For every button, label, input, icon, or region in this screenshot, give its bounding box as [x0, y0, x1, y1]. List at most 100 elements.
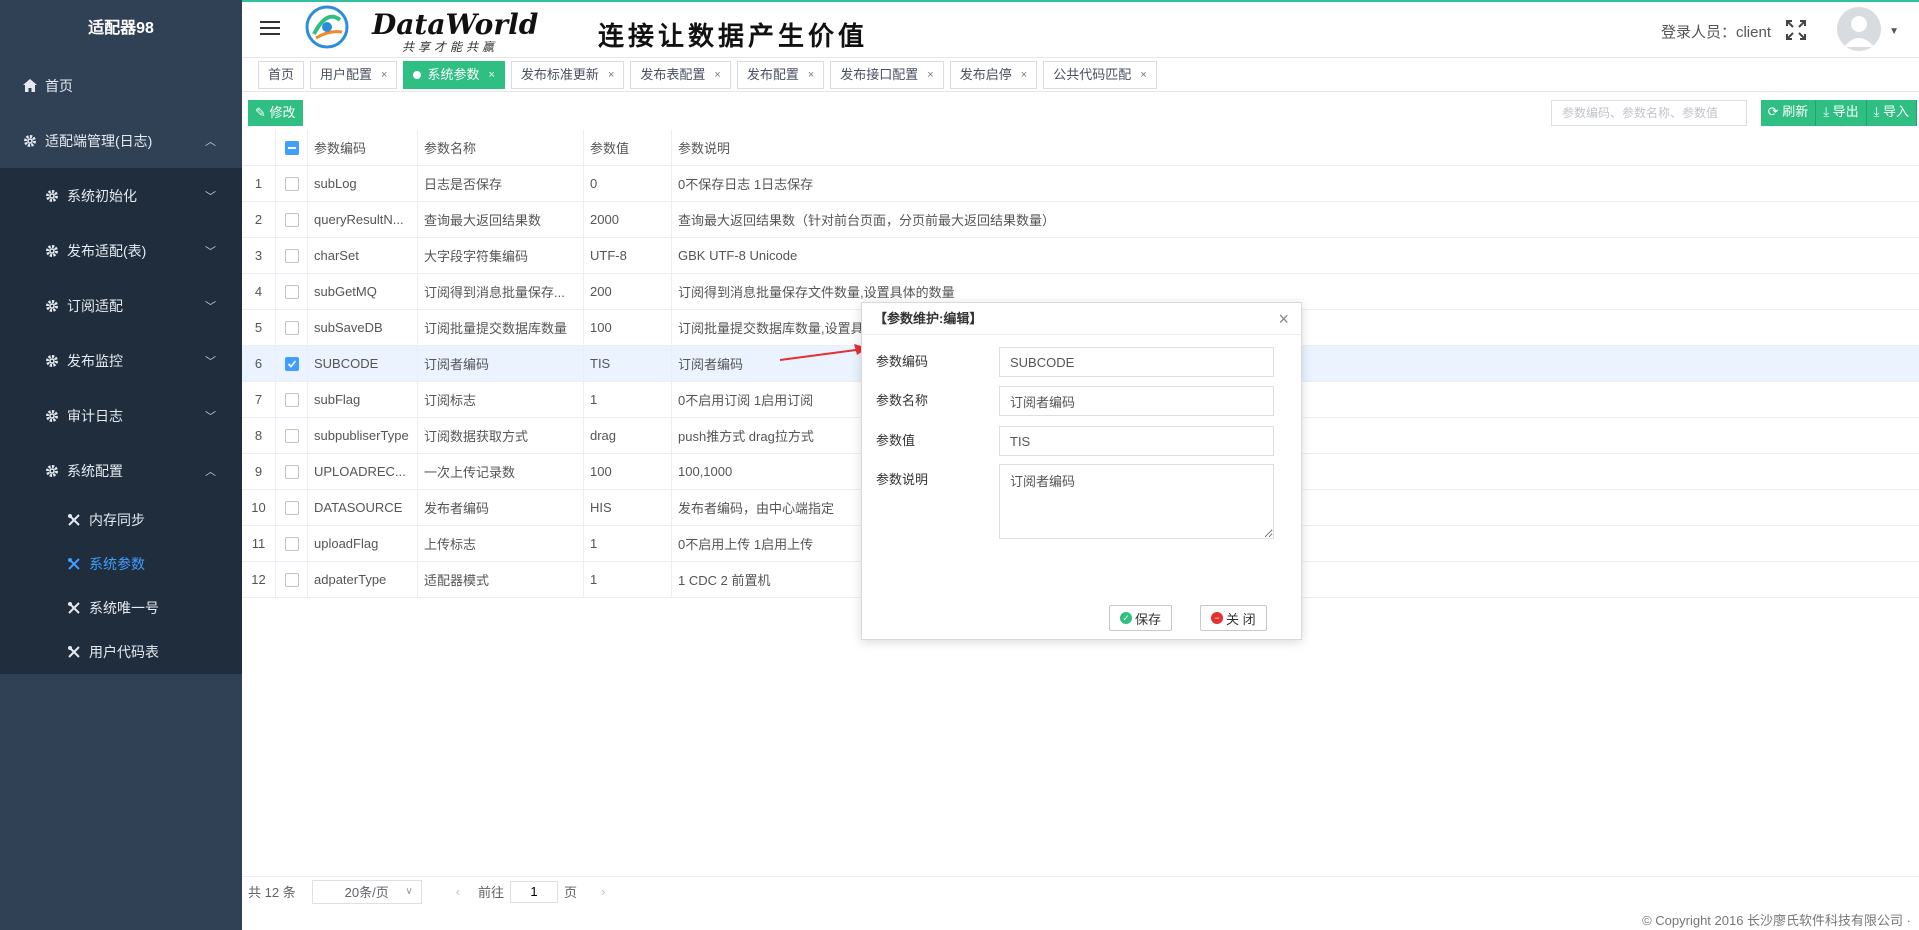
sidebar-item-audit-log[interactable]: 审计日志 ﹀ — [0, 388, 242, 443]
sidebar-item-system-init[interactable]: 系统初始化 ﹀ — [0, 168, 242, 223]
export-label: 导出 — [1832, 104, 1859, 119]
edit-param-dialog: 【参数维护:编辑】 × 参数编码 参数名称 参数值 参数说明 订阅者编码 ✓ 保… — [861, 302, 1302, 640]
page-unit: 页 — [564, 885, 578, 900]
param-name-label: 参数名称 — [876, 393, 929, 408]
page-size-select[interactable]: 20条/页 ∨ — [311, 879, 422, 904]
column-header: 参数说明 — [678, 141, 731, 156]
close-icon[interactable]: × — [1140, 62, 1146, 88]
tab-label: 系统参数 — [427, 66, 480, 82]
edit-button[interactable]: ✎ 修改 — [248, 100, 303, 126]
param-code-input[interactable] — [999, 347, 1274, 377]
table-row[interactable]: 1 subLog 日志是否保存 0 0不保存日志 1日志保存 — [242, 166, 1919, 202]
row-checkbox[interactable] — [276, 526, 308, 561]
tools-icon — [66, 600, 82, 616]
export-button[interactable]: ⤓ 导出 — [1816, 100, 1867, 126]
cell-param-name: 查询最大返回结果数 — [418, 202, 584, 237]
import-button[interactable]: ⤓ 导入 — [1866, 100, 1917, 126]
checkbox-icon — [284, 536, 299, 551]
sidebar-item-publish-monitor[interactable]: 发布监控 ﹀ — [0, 333, 242, 388]
cell-text: UPLOADREC... — [314, 464, 406, 479]
gear-icon — [44, 408, 60, 424]
avatar[interactable] — [1837, 7, 1881, 51]
sidebar-item-user-code-table[interactable]: 用户代码表 — [0, 630, 242, 674]
sidebar-item-memory-sync[interactable]: 内存同步 — [0, 498, 242, 542]
cell-text: subLog — [314, 176, 357, 191]
save-button[interactable]: ✓ 保存 — [1109, 605, 1173, 631]
tab-public-code-match[interactable]: 公共代码匹配 × — [1043, 60, 1157, 89]
tab-publish-standard-update[interactable]: 发布标准更新 × — [510, 60, 625, 89]
cell-param-code: subpubliserType — [308, 418, 418, 453]
search-input[interactable] — [1551, 100, 1747, 126]
prev-page-button[interactable]: ‹ — [456, 884, 460, 899]
row-checkbox[interactable] — [276, 382, 308, 417]
logo-icon — [304, 4, 350, 50]
param-name-input[interactable] — [999, 386, 1274, 416]
close-button[interactable]: − 关 闭 — [1200, 605, 1267, 631]
cell-param-name: 日志是否保存 — [418, 166, 584, 201]
tools-icon — [66, 644, 82, 660]
close-icon[interactable]: × — [927, 62, 933, 88]
row-index: 4 — [242, 274, 276, 309]
edit-label: 修改 — [269, 105, 296, 120]
table-row[interactable]: 3 charSet 大字段字符集编码 UTF-8 GBK UTF-8 Unicode — [242, 238, 1919, 274]
cell-param-name: 订阅标志 — [418, 382, 584, 417]
cell-param-value: 1 — [584, 562, 672, 597]
tab-system-params[interactable]: 系统参数 × — [403, 60, 505, 89]
cell-text: SUBCODE — [314, 356, 379, 371]
tab-publish-table-config[interactable]: 发布表配置 × — [630, 60, 731, 89]
param-desc-textarea[interactable]: 订阅者编码 — [999, 464, 1274, 539]
next-page-button[interactable]: › — [601, 884, 605, 899]
param-desc-label: 参数说明 — [876, 472, 929, 487]
cell-param-name: 大字段字符集编码 — [418, 238, 584, 273]
table-header-row: 参数编码 参数名称 参数值 参数说明 — [242, 130, 1919, 166]
row-checkbox[interactable] — [276, 490, 308, 525]
row-checkbox[interactable] — [276, 454, 308, 489]
edit-icon: ✎ — [255, 105, 266, 120]
tab-publish-interface-config[interactable]: 发布接口配置 × — [830, 60, 944, 89]
row-checkbox[interactable] — [276, 418, 308, 453]
cell-text: 订阅标志 — [424, 393, 477, 408]
close-icon[interactable]: × — [488, 62, 494, 88]
page-number-input[interactable] — [510, 880, 559, 903]
sidebar-item-label: 系统配置 — [67, 462, 123, 479]
param-value-input[interactable] — [999, 426, 1274, 456]
refresh-button[interactable]: ⟳ 刷新 — [1760, 100, 1817, 126]
cell-text: subpubliserType — [314, 428, 409, 443]
sidebar-item-system-config[interactable]: 系统配置 ︿ — [0, 443, 242, 498]
tab-publish-start-stop[interactable]: 发布启停 × — [949, 60, 1038, 89]
cell-param-value: UTF-8 — [584, 238, 672, 273]
row-checkbox[interactable] — [276, 310, 308, 345]
cell-text: 适配器模式 — [424, 573, 490, 588]
page-size-value: 20条/页 — [344, 885, 389, 900]
tab-home[interactable]: 首页 — [258, 60, 305, 89]
sidebar-item-system-params[interactable]: 系统参数 — [0, 542, 242, 586]
hamburger-menu-icon[interactable] — [260, 17, 280, 39]
sidebar-item-subscribe-adapt[interactable]: 订阅适配 ﹀ — [0, 278, 242, 333]
close-icon[interactable]: × — [608, 62, 614, 88]
close-icon[interactable]: × — [714, 62, 720, 88]
fullscreen-icon[interactable] — [1785, 19, 1807, 41]
row-checkbox[interactable] — [276, 166, 308, 201]
refresh-label: 刷新 — [1782, 104, 1809, 119]
close-icon[interactable]: × — [381, 62, 387, 88]
caret-down-icon[interactable]: ▼ — [1889, 26, 1899, 37]
sidebar-item-adapter-mgmt[interactable]: 适配端管理(日志) ︿ — [0, 113, 242, 168]
row-checkbox[interactable] — [276, 202, 308, 237]
sidebar-item-system-unique-no[interactable]: 系统唯一号 — [0, 586, 242, 630]
tab-user-config[interactable]: 用户配置 × — [310, 60, 398, 89]
close-icon[interactable]: × — [1278, 309, 1289, 330]
tab-publish-config[interactable]: 发布配置 × — [736, 60, 825, 89]
cell-text: uploadFlag — [314, 536, 379, 551]
sidebar-item-publish-adapt[interactable]: 发布适配(表) ﹀ — [0, 223, 242, 278]
row-checkbox[interactable] — [276, 274, 308, 309]
sidebar-item-home[interactable]: 首页 — [0, 58, 242, 113]
cell-param-code: subLog — [308, 166, 418, 201]
close-icon[interactable]: × — [1021, 62, 1027, 88]
gear-icon — [44, 353, 60, 369]
close-icon[interactable]: × — [808, 62, 814, 88]
row-checkbox[interactable] — [276, 238, 308, 273]
row-checkbox[interactable] — [276, 346, 308, 381]
row-checkbox[interactable] — [276, 562, 308, 597]
table-row[interactable]: 2 queryResultN... 查询最大返回结果数 2000 查询最大返回结果数（针… — [242, 202, 1919, 238]
select-all-checkbox[interactable] — [276, 130, 308, 165]
